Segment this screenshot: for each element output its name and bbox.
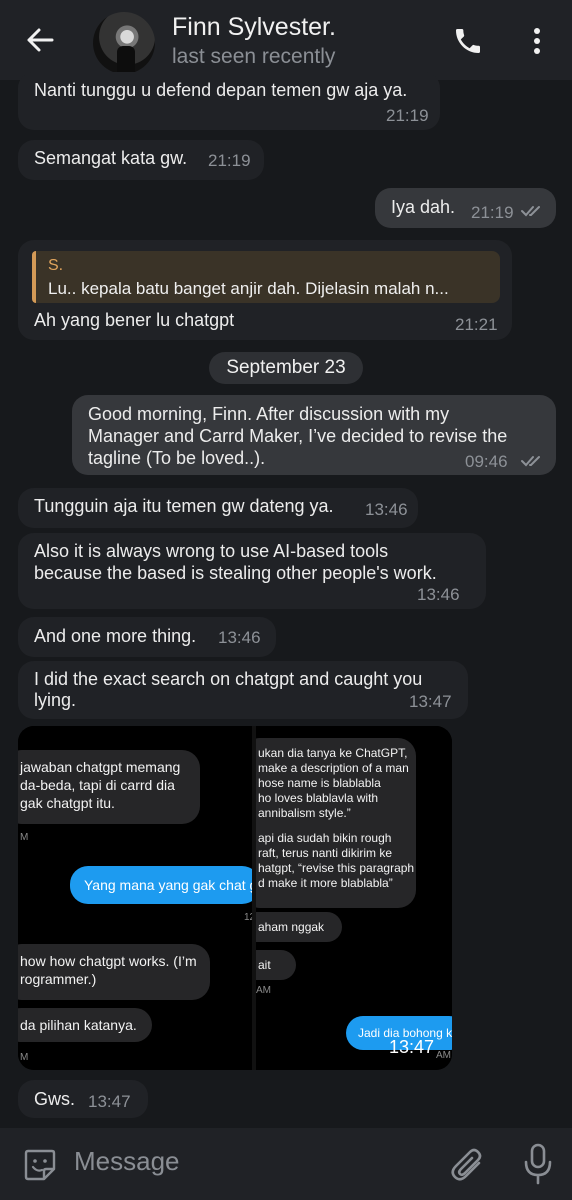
reply-author: S. [48, 257, 64, 274]
voice-message-button[interactable] [522, 1142, 554, 1186]
screenshot-bubble: da pilihan katanya. [18, 1008, 152, 1042]
message-time: 13:47 [88, 1092, 131, 1111]
screenshot-time: M [20, 832, 29, 843]
message-time: 13:47 [409, 692, 452, 711]
screenshot-text: gak chatgpt itu. [20, 795, 115, 811]
screenshot-bubble: aham nggak [256, 912, 342, 942]
message-text: Ah yang bener lu chatgpt [34, 310, 235, 330]
sticker-button[interactable] [22, 1147, 58, 1183]
screenshot-image-left[interactable]: jawaban chatgpt memang da-beda, tapi di … [18, 726, 252, 1070]
screenshot-time: AM [256, 985, 271, 996]
message-text-line: tagline (To be loved..). [88, 448, 266, 468]
message-text-line: Good morning, Finn. After discussion wit… [88, 404, 450, 424]
message-text: Semangat kata gw. [34, 148, 188, 168]
more-vert-icon [534, 28, 540, 54]
message-text: Iya dah. [391, 197, 456, 217]
avatar[interactable] [93, 12, 155, 74]
photo-message[interactable]: jawaban chatgpt memang da-beda, tapi di … [18, 726, 452, 1070]
message-time: 09:46 [465, 452, 508, 471]
attach-button[interactable] [449, 1145, 487, 1185]
contact-name[interactable]: Finn Sylvester. [172, 13, 336, 42]
message-time: 13:46 [365, 500, 408, 519]
more-options-button[interactable] [528, 26, 546, 56]
screenshot-text: hatgpt, “revise this paragraph [258, 861, 415, 875]
screenshot-time: AM [436, 1050, 451, 1061]
screenshot-bubble: jawaban chatgpt memang da-beda, tapi di … [18, 750, 200, 824]
screenshot-image-right[interactable]: ukan dia tanya ke ChatGPT, make a descri… [256, 726, 452, 1070]
screenshot-text: hose name is blablabla [258, 776, 381, 790]
message-time: 21:21 [455, 315, 498, 334]
screenshot-bubble: how how chatgpt works. (I’m rogrammer.) [18, 944, 210, 1000]
message-text-line: Also it is always wrong to use AI-based … [34, 541, 389, 561]
message-text-line: because the based is stealing other peop… [34, 563, 437, 583]
screenshot-text: jawaban chatgpt memang [20, 759, 181, 775]
screenshot-time: 12 [244, 912, 252, 923]
screenshot-blue-bubble: Yang mana yang gak chat g [70, 866, 252, 904]
screenshot-bubble: ait [256, 950, 296, 980]
message-time: 21:19 [386, 106, 429, 125]
phone-icon [456, 29, 480, 53]
paperclip-icon [451, 1148, 482, 1181]
screenshot-bubble: ukan dia tanya ke ChatGPT, make a descri… [256, 738, 416, 908]
message-input[interactable]: Message [74, 1146, 180, 1177]
date-separator: September 23 [209, 352, 363, 384]
sticker-icon [24, 1149, 56, 1181]
reply-text: Lu.. kepala batu banget anjir dah. Dijel… [48, 279, 449, 298]
message-text: Nanti tunggu u defend depan temen gw aja… [34, 80, 408, 100]
message-time: 21:19 [208, 151, 251, 170]
photo-time: 13:47 [389, 1037, 435, 1057]
screenshot-time: M [20, 1052, 29, 1063]
message-text-line: lying. [34, 690, 77, 710]
screenshot-text: how how chatgpt works. (I’m [20, 953, 197, 969]
screenshot-spacer [258, 821, 404, 831]
screenshot-text: da-beda, tapi di carrd dia [20, 777, 175, 793]
message-text: Gws. [34, 1089, 76, 1109]
back-arrow-icon [27, 28, 54, 52]
message-time: 21:19 [471, 203, 514, 222]
read-receipt-icon [521, 456, 540, 467]
call-button[interactable] [452, 25, 484, 57]
screenshot-text: make a description of a man [258, 761, 409, 775]
back-button[interactable] [22, 22, 58, 58]
screenshot-text: raft, terus nanti dikirim ke [258, 846, 393, 860]
screenshot-text: d make it more blablabla” [258, 876, 393, 890]
screenshot-text: annibalism style.” [258, 806, 351, 820]
message-text: And one more thing. [34, 626, 197, 646]
read-receipt-icon [521, 206, 540, 217]
microphone-icon [524, 1143, 552, 1185]
screenshot-text: api dia sudah bikin rough [258, 831, 392, 845]
last-seen-status: last seen recently [172, 45, 336, 68]
screenshot-text: rogrammer.) [20, 971, 97, 987]
screenshot-text: ukan dia tanya ke ChatGPT, [258, 746, 408, 760]
message-time: 13:46 [417, 585, 460, 604]
screenshot-text: ho loves blablavla with [258, 791, 379, 805]
message-text-line: Manager and Carrd Maker, I’ve decided to… [88, 426, 508, 446]
message-text: Tungguin aja itu temen gw dateng ya. [34, 496, 334, 516]
reply-quote[interactable]: S. Lu.. kepala batu banget anjir dah. Di… [32, 251, 500, 303]
message-text-line: I did the exact search on chatgpt and ca… [34, 669, 423, 689]
message-time: 13:46 [218, 628, 261, 647]
